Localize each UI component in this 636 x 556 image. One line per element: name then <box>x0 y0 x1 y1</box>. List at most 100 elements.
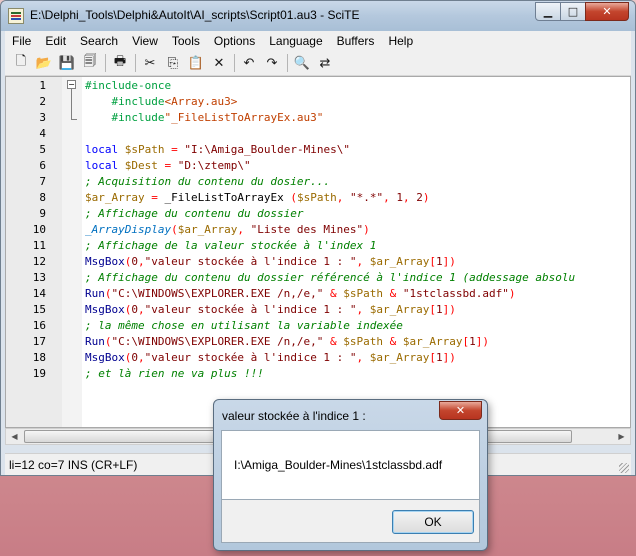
code-token: ; Affichage du contenu du dossier <box>85 207 304 220</box>
code-token: = <box>157 159 178 172</box>
redo-icon[interactable]: ↷ <box>262 53 282 73</box>
menu-edit[interactable]: Edit <box>38 34 73 48</box>
code-token: ) <box>422 191 430 204</box>
title-bar[interactable]: E:\Delphi_Tools\Delphi&AutoIt\AI_scripts… <box>1 1 635 31</box>
code-text: local $Dest = "D:\ztemp\" <box>85 158 251 174</box>
code-text: local $sPath = "I:\Amiga_Boulder-Mines\" <box>85 142 350 158</box>
paste-icon[interactable]: 📋 <box>186 53 206 73</box>
code-token: "1stclassbd.adf" <box>402 287 509 300</box>
menu-search[interactable]: Search <box>73 34 125 48</box>
line-number: 8 <box>39 191 46 204</box>
line-number: 11 <box>32 239 46 252</box>
window-title: E:\Delphi_Tools\Delphi&AutoIt\AI_scripts… <box>30 8 360 22</box>
code-token: $ar_Array <box>369 351 430 364</box>
code-token: ]) <box>442 303 456 316</box>
code-token: local <box>85 159 125 172</box>
code-text: #include"_FileListToArrayEx.au3" <box>85 110 324 126</box>
code-token: & <box>383 335 403 348</box>
code-text: #include<Array.au3> <box>85 94 238 110</box>
code-token: "C:\WINDOWS\EXPLORER.EXE /n,/e," <box>111 287 324 300</box>
resize-grip-icon[interactable] <box>619 463 629 473</box>
code-token: ( <box>104 335 112 348</box>
scroll-right-icon[interactable]: ▶ <box>613 429 630 444</box>
code-token: ; Affichage du contenu du dossier référe… <box>85 271 576 284</box>
code-token: 0 <box>131 351 138 364</box>
code-text: MsgBox(0,"valeur stockée à l'indice 1 : … <box>85 254 456 270</box>
code-token: "valeur stockée à l'indice 1 : " <box>144 255 357 268</box>
open-folder-icon[interactable]: 📂 <box>34 53 54 73</box>
close-button[interactable]: ✕ <box>585 2 629 21</box>
line-number: 5 <box>39 143 46 156</box>
code-token: #include <box>111 111 165 124</box>
dialog-body: I:\Amiga_Boulder-Mines\1stclassbd.adf <box>221 430 480 500</box>
menu-view[interactable]: View <box>125 34 165 48</box>
fold-toggle-icon[interactable]: − <box>67 80 76 89</box>
delete-icon[interactable]: ✕ <box>209 53 229 73</box>
menu-bar: File Edit Search View Tools Options Language Bu… <box>5 31 631 51</box>
code-token: , <box>138 303 145 316</box>
line-number: 18 <box>32 351 46 364</box>
new-file-icon[interactable]: 🗋 <box>11 53 31 73</box>
find-replace-icon[interactable]: ⇄ <box>315 53 335 73</box>
toolbar-separator <box>105 54 106 72</box>
save-icon[interactable]: 💾 <box>57 53 77 73</box>
code-token: _ArrayDisplay <box>85 223 172 236</box>
code-text: #include-once <box>85 78 171 94</box>
maximize-button[interactable]: □ <box>560 2 586 21</box>
cut-icon[interactable]: ✂ <box>140 53 160 73</box>
code-token: "D:\ztemp\" <box>177 159 251 172</box>
code-token: 0 <box>131 255 138 268</box>
line-number: 13 <box>32 271 46 284</box>
code-token: ; et là rien ne va plus !!! <box>85 367 264 380</box>
code-token: ; Acquisition du contenu du dosier... <box>85 175 331 188</box>
code-token: ]) <box>442 255 456 268</box>
code-token: "Liste des Mines" <box>250 223 364 236</box>
code-token: , <box>237 223 251 236</box>
code-token: $ar_Array <box>369 303 430 316</box>
menu-options[interactable]: Options <box>207 34 262 48</box>
close-file-icon[interactable]: 🗐 <box>80 53 100 73</box>
menu-file[interactable]: File <box>5 34 38 48</box>
menu-buffers[interactable]: Buffers <box>330 34 382 48</box>
ok-button[interactable]: OK <box>392 510 474 534</box>
code-token: #include-once <box>85 79 172 92</box>
find-icon[interactable]: 🔍 <box>292 53 312 73</box>
code-token: ]) <box>475 335 490 348</box>
code-token: = <box>164 143 185 156</box>
dialog-footer: OK <box>221 500 480 543</box>
code-token: 2 <box>416 191 423 204</box>
print-icon[interactable]: 🖶 <box>110 53 130 73</box>
code-text: _ArrayDisplay($ar_Array, "Liste des Mine… <box>85 222 370 238</box>
scroll-left-icon[interactable]: ◀ <box>6 429 23 444</box>
fold-margin[interactable]: − <box>62 77 82 427</box>
code-token: 1 <box>436 255 443 268</box>
message-box-dialog: valeur stockée à l'indice 1 : ✕ I:\Amiga… <box>213 399 488 551</box>
scite-app-icon[interactable] <box>8 8 24 24</box>
menu-language[interactable]: Language <box>262 34 329 48</box>
line-number: 3 <box>39 111 46 124</box>
undo-icon[interactable]: ↶ <box>239 53 259 73</box>
code-token: ( <box>104 287 112 300</box>
minimize-button[interactable]: ▁ <box>535 2 561 21</box>
menu-help[interactable]: Help <box>381 34 420 48</box>
line-number: 12 <box>32 255 46 268</box>
code-token: $ar_Array <box>402 335 463 348</box>
code-token: & <box>383 287 403 300</box>
toolbar: 🗋 📂 💾 🗐 🖶 ✂ ⎘ 📋 ✕ ↶ ↷ 🔍 ⇄ <box>5 51 631 76</box>
code-editor[interactable]: − 1 #include-once 2 #include<Array.au3> 3 #… <box>5 76 631 428</box>
code-token: MsgBox <box>85 303 125 316</box>
code-token: local <box>85 143 125 156</box>
code-token: , <box>336 191 350 204</box>
code-token: & <box>323 287 344 300</box>
copy-icon[interactable]: ⎘ <box>163 53 183 73</box>
code-token: MsgBox <box>85 255 125 268</box>
code-token: "valeur stockée à l'indice 1 : " <box>144 351 357 364</box>
code-token: , <box>356 303 370 316</box>
code-token: $sPath <box>343 335 384 348</box>
menu-tools[interactable]: Tools <box>165 34 207 48</box>
code-token: & <box>323 335 344 348</box>
code-token: _FileListToArrayEx <box>164 191 291 204</box>
code-token: Run <box>85 335 105 348</box>
dialog-close-button[interactable]: ✕ <box>439 401 482 420</box>
